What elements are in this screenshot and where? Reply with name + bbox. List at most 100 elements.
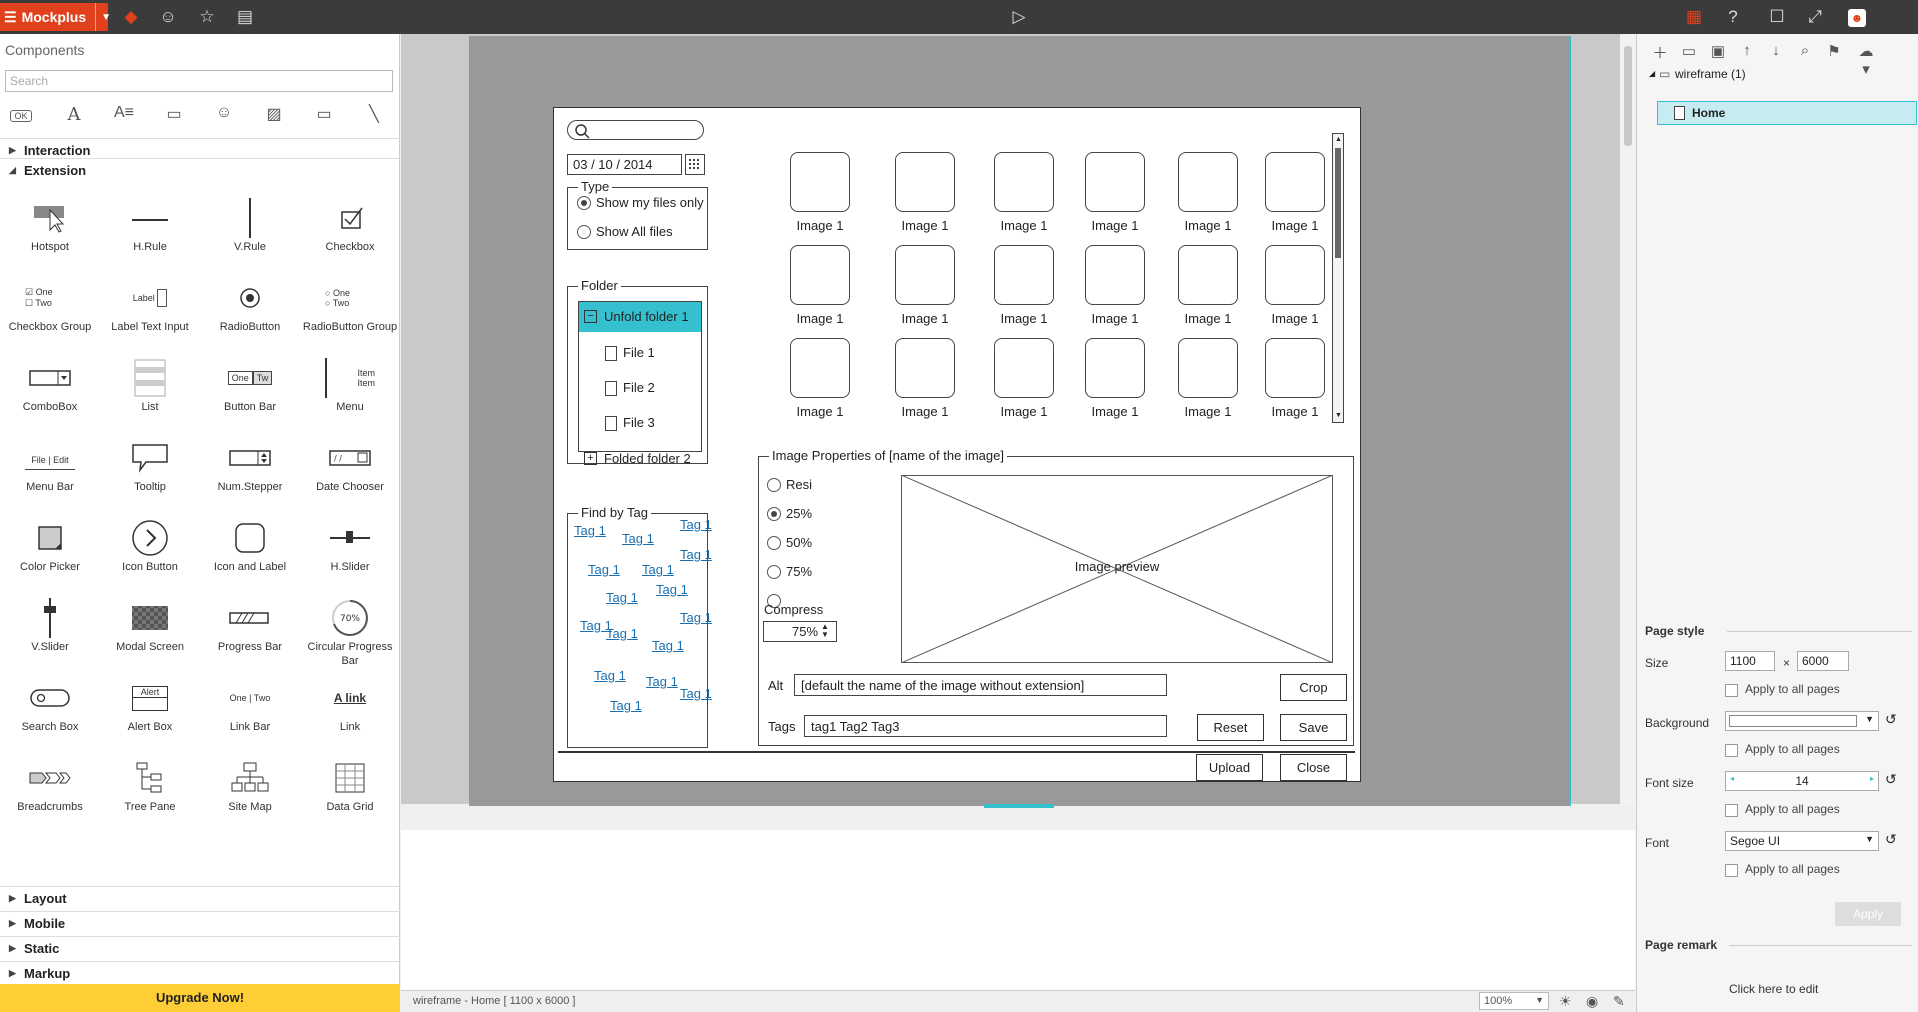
image-thumbnail[interactable] (1178, 338, 1238, 398)
paragraph-tool-icon[interactable]: A≡ (110, 104, 138, 128)
component-search-box[interactable]: Search Box (0, 672, 100, 750)
canvas-vertical-scrollbar[interactable] (1620, 34, 1635, 804)
image-thumbnail[interactable] (895, 245, 955, 305)
component-color-picker[interactable]: Color Picker (0, 512, 100, 590)
section-static[interactable]: ▶ Static (0, 936, 400, 960)
input-tool-icon[interactable]: ▭ (310, 104, 338, 128)
component-progress-bar[interactable]: Progress Bar (200, 592, 300, 670)
radio-75[interactable] (767, 565, 781, 579)
radio-resize[interactable] (767, 478, 781, 492)
arrow-up-icon[interactable]: ↑ (1736, 42, 1758, 62)
component-num-stepper[interactable]: Num.Stepper (200, 432, 300, 510)
calendar-icon[interactable] (685, 154, 705, 175)
component-date-chooser[interactable]: / / Date Chooser (300, 432, 400, 510)
image-thumbnail[interactable] (994, 152, 1054, 212)
component-v-slider[interactable]: V.Slider (0, 592, 100, 670)
reset-icon[interactable]: ↺ (1885, 771, 1897, 788)
reset-icon[interactable]: ↺ (1885, 831, 1897, 848)
tag-link[interactable]: Tag 1 (622, 531, 654, 546)
component-radiobutton-group[interactable]: ○ One ○ Two RadioButton Group (300, 272, 400, 350)
cube-icon[interactable]: ◆ (120, 6, 142, 28)
upload-button[interactable]: Upload (1196, 754, 1263, 781)
component-v-rule[interactable]: V.Rule (200, 192, 300, 270)
arrow-down-icon[interactable]: ↓ (1765, 42, 1787, 62)
apply-button[interactable]: Apply (1835, 902, 1901, 926)
apply-all-font-checkbox[interactable] (1725, 864, 1738, 877)
collapse-icon[interactable]: − (584, 310, 597, 323)
image-thumbnail[interactable] (1265, 245, 1325, 305)
smiley-icon[interactable]: ☺ (157, 6, 179, 28)
radio-show-all-files[interactable] (577, 225, 591, 239)
panel-icon[interactable]: ▤ (234, 6, 256, 28)
component-tree-pane[interactable]: Tree Pane (100, 752, 200, 830)
tree-item-home[interactable]: Home (1657, 101, 1917, 125)
scroll-down-icon[interactable]: ▼ (1335, 412, 1342, 420)
decrease-icon[interactable]: ◂ (1730, 774, 1734, 783)
component-button-bar[interactable]: One Tw Button Bar (200, 352, 300, 430)
component-combobox[interactable]: ComboBox (0, 352, 100, 430)
scroll-up-icon[interactable]: ▲ (1335, 136, 1342, 144)
image-thumbnail[interactable] (1265, 152, 1325, 212)
wf-date-input[interactable]: 03 / 10 / 2014 (567, 154, 682, 175)
wrench-icon[interactable]: ✎ (1613, 993, 1625, 1010)
upgrade-button[interactable]: Upgrade Now! (0, 984, 400, 1012)
wf-search-box[interactable] (567, 120, 704, 140)
component-checkbox-group[interactable]: ☑ One ☐ Two Checkbox Group (0, 272, 100, 350)
save-button[interactable]: Save (1280, 714, 1347, 741)
scrollbar-thumb[interactable] (1335, 148, 1341, 258)
image-thumbnail[interactable] (1265, 338, 1325, 398)
component-link-bar[interactable]: One | Two Link Bar (200, 672, 300, 750)
component-data-grid[interactable]: Data Grid (300, 752, 400, 830)
component-menu[interactable]: Item Item Menu (300, 352, 400, 430)
flag-icon[interactable]: ⚑ (1823, 42, 1845, 62)
grid-icon[interactable]: ▦ (1683, 6, 1705, 28)
background-color-select[interactable]: ▼ (1725, 711, 1879, 731)
save-icon[interactable]: ▣ (1707, 42, 1729, 62)
increase-icon[interactable]: ▸ (1870, 774, 1874, 783)
section-extension[interactable]: ◢ Extension (0, 158, 400, 182)
component-radiobutton[interactable]: RadioButton (200, 272, 300, 350)
tree-root-label[interactable]: wireframe (1) (1675, 67, 1746, 81)
tree-expand-icon[interactable]: ◢ (1649, 69, 1655, 78)
star-icon[interactable]: ☆ (196, 6, 218, 28)
image-thumbnail[interactable] (895, 152, 955, 212)
image-thumbnail[interactable] (790, 245, 850, 305)
image-thumbnail[interactable] (895, 338, 955, 398)
zoom-select[interactable]: 100% ▼ (1479, 992, 1549, 1010)
alt-input[interactable]: [default the name of the image without e… (794, 674, 1167, 696)
section-mobile[interactable]: ▶ Mobile (0, 911, 400, 935)
tag-link[interactable]: Tag 1 (646, 674, 678, 689)
line-tool-icon[interactable]: ╲ (360, 104, 388, 128)
component-label-text-input[interactable]: Label Label Text Input (100, 272, 200, 350)
brand-dropdown-icon[interactable]: ▼ (95, 3, 111, 31)
component-circular-progress-bar[interactable]: 70% Circular Progress Bar (300, 592, 400, 670)
close-button[interactable]: Close (1280, 754, 1347, 781)
sun-icon[interactable]: ☀ (1559, 993, 1572, 1010)
folder-icon[interactable]: ▭ (1678, 42, 1700, 62)
image-thumbnail[interactable] (1085, 245, 1145, 305)
tag-link[interactable]: Tag 1 (588, 562, 620, 577)
component-tooltip[interactable]: Tooltip (100, 432, 200, 510)
radio-25[interactable] (767, 507, 781, 521)
component-breadcrumbs[interactable]: Breadcrumbs (0, 752, 100, 830)
tree-item-file-1[interactable]: File 1 (623, 345, 655, 360)
size-width-input[interactable]: 1100 (1725, 651, 1775, 671)
tag-link[interactable]: Tag 1 (594, 668, 626, 683)
component-h-rule[interactable]: H.Rule (100, 192, 200, 270)
avatar[interactable]: ☻ (1846, 6, 1868, 28)
reset-button[interactable]: Reset (1197, 714, 1264, 741)
tag-link[interactable]: Tag 1 (574, 523, 606, 538)
stepper-arrows-icon[interactable]: ▲ ▼ (821, 623, 829, 639)
tag-link[interactable]: Tag 1 (606, 590, 638, 605)
cloud-icon[interactable]: ☁▾ (1855, 42, 1877, 78)
component-checkbox[interactable]: Checkbox (300, 192, 400, 270)
image-thumbnail[interactable] (1178, 152, 1238, 212)
section-markup[interactable]: ▶ Markup (0, 961, 400, 985)
section-layout[interactable]: ▶ Layout (0, 886, 400, 910)
reset-icon[interactable]: ↺ (1885, 711, 1897, 728)
emoji-tool-icon[interactable]: ☺ (210, 104, 238, 128)
component-list[interactable]: List (100, 352, 200, 430)
wireframe-page[interactable]: 03 / 10 / 2014 Type Show my files only S… (553, 107, 1361, 782)
brand-menu-button[interactable]: ☰ Mockplus ▼ (0, 3, 111, 31)
image-thumbnail[interactable] (994, 245, 1054, 305)
